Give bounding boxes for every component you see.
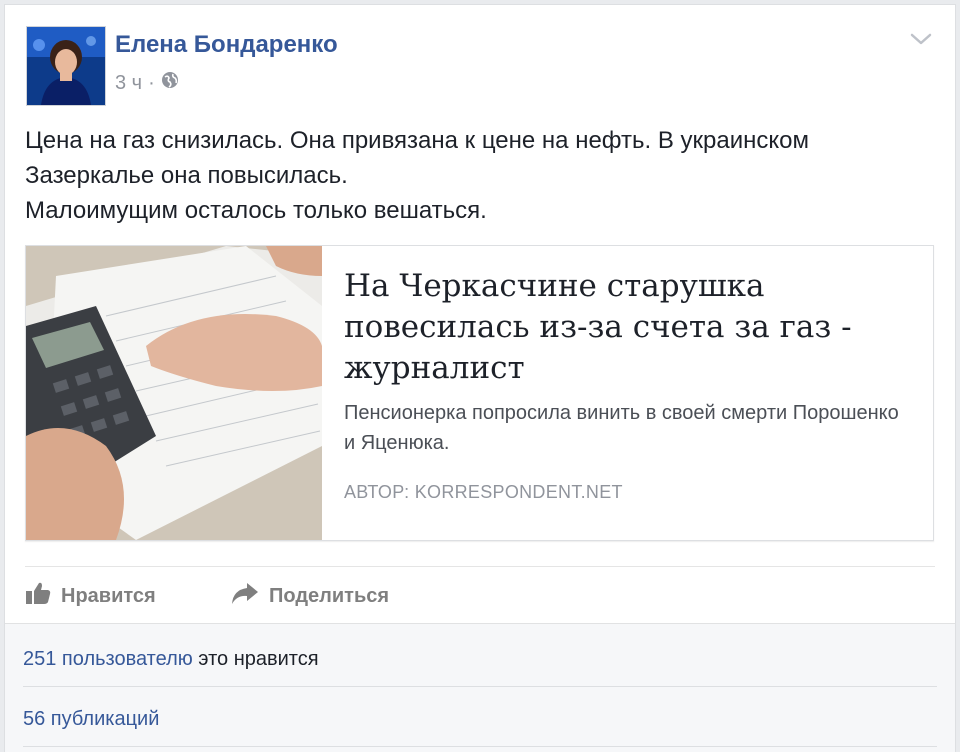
meta-separator: · [148,71,155,94]
post-text-line: Малоимущим осталось только вешаться. [25,197,487,224]
post-text: Цена на газ снизилась. Она привязана к ц… [25,123,925,228]
like-button[interactable]: Нравится [25,581,156,611]
link-preview-card[interactable]: На Черкасчине старушка повесилась из-за … [25,245,934,541]
likes-count-link[interactable]: 251 пользователю [23,648,193,670]
share-button[interactable]: Поделиться [231,581,389,611]
footer-divider [23,686,937,687]
post-footer: 251 пользователю это нравится 56 публика… [5,623,955,752]
like-label: Нравится [61,584,156,607]
likes-suffix: это нравится [192,648,319,670]
chevron-down-icon[interactable] [909,31,933,47]
post-time[interactable]: 3 ч [115,72,142,95]
link-source: АВТОР: KORRESPONDENT.NET [344,482,623,502]
link-description: Пенсионерка попросила винить в своей сме… [344,402,899,454]
shares-summary: 56 публикаций [23,708,159,731]
likes-summary: 251 пользователю это нравится [23,648,319,671]
shares-count-link[interactable]: 56 публикаций [23,708,159,730]
link-title[interactable]: На Черкасчине старушка повесилась из-за … [344,266,914,389]
footer-divider [23,746,937,747]
facebook-post: Елена Бондаренко 3 ч · Цена на газ снизи… [4,4,956,752]
post-meta: 3 ч · [115,71,179,95]
author-name[interactable]: Елена Бондаренко [115,31,338,59]
share-arrow-icon [231,581,259,611]
link-preview-image[interactable] [26,246,322,540]
post-text-line: Зазеркалье она повысилась. [25,162,348,189]
avatar[interactable] [26,26,106,106]
thumbs-up-icon [25,581,51,611]
share-label: Поделиться [269,584,390,607]
avatar-photo [27,27,105,105]
globe-icon[interactable] [161,71,179,95]
post-text-line: Цена на газ снизилась. Она привязана к ц… [25,127,809,154]
divider [25,566,935,567]
